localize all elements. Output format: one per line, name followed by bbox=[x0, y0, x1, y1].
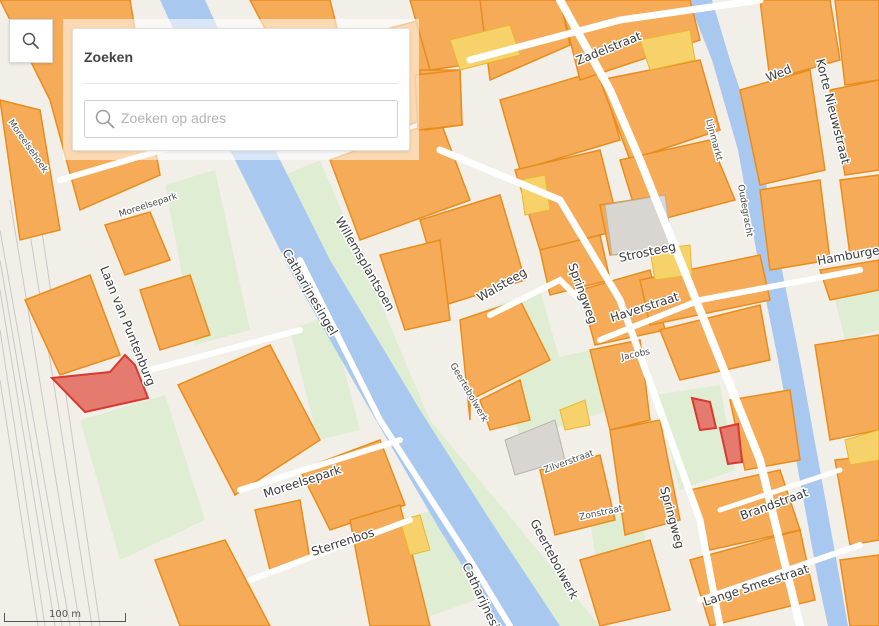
panel-title: Zoeken bbox=[84, 49, 134, 65]
address-search-field[interactable] bbox=[84, 100, 398, 138]
panel-divider bbox=[84, 83, 398, 84]
search-panel: Zoeken bbox=[63, 19, 419, 160]
scale-bar: 100 m bbox=[4, 609, 126, 624]
search-icon bbox=[22, 32, 39, 49]
address-search-input[interactable] bbox=[121, 101, 391, 135]
search-toggle-button[interactable] bbox=[9, 19, 53, 63]
scale-bar-label: 100 m bbox=[48, 609, 81, 620]
search-icon bbox=[95, 109, 115, 129]
search-panel-card: Zoeken bbox=[72, 28, 410, 151]
